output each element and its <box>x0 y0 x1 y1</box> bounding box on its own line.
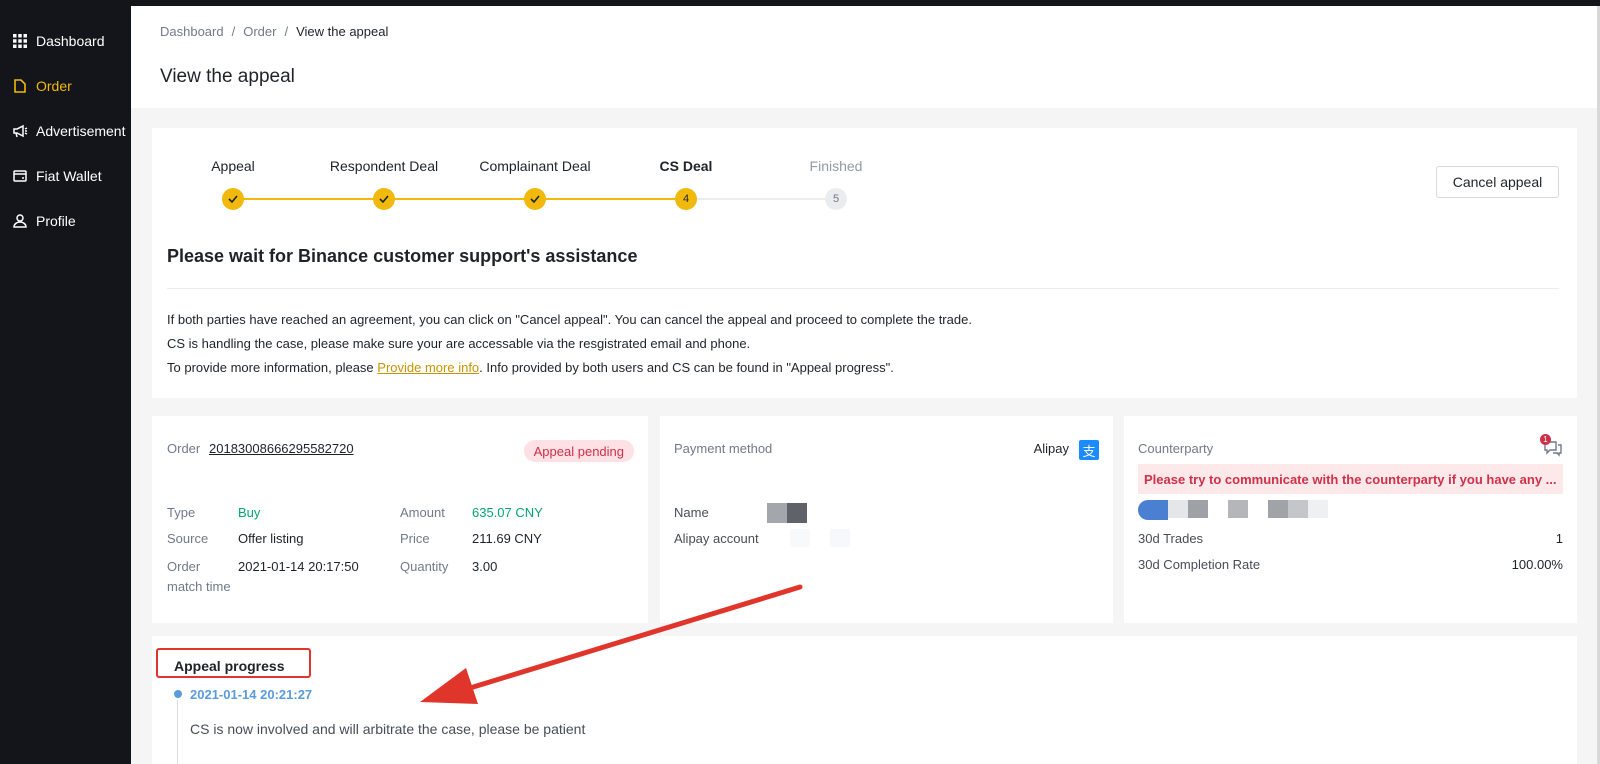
page-header: Dashboard / Order / View the appeal View… <box>131 6 1597 108</box>
page-title: View the appeal <box>160 66 295 87</box>
appeal-progress-title: Appeal progress <box>174 658 285 674</box>
document-icon <box>12 78 28 94</box>
amount-label: Amount <box>400 505 445 520</box>
status-info: If both parties have reached an agreemen… <box>167 308 972 380</box>
step-label-appeal: Appeal <box>211 158 255 174</box>
sidebar-item-label: Dashboard <box>36 32 105 49</box>
sidebar-item-label: Profile <box>36 212 76 229</box>
check-icon <box>222 188 244 210</box>
match-time-label-2: match time <box>167 579 231 594</box>
info-line-3: To provide more information, please Prov… <box>167 356 972 380</box>
nickname-redacted <box>1288 500 1308 518</box>
sidebar-item-dashboard[interactable]: Dashboard <box>0 18 131 63</box>
match-time-label: Order <box>167 559 201 574</box>
step-number-5: 5 <box>825 188 847 210</box>
quantity-value: 3.00 <box>472 559 498 574</box>
status-title: Please wait for Binance customer support… <box>167 246 638 266</box>
account-redacted <box>830 529 850 547</box>
info-line-3-prefix: To provide more information, please <box>167 360 378 375</box>
nickname-redacted <box>1168 500 1188 518</box>
nickname-redacted <box>1188 500 1208 518</box>
grid-icon <box>12 33 28 49</box>
status-badge: Appeal pending <box>523 440 634 462</box>
appeal-progress-panel <box>152 636 1577 764</box>
trades-label: 30d Trades <box>1138 531 1204 546</box>
divider <box>167 288 1559 289</box>
price-value: 211.69 CNY <box>472 531 542 546</box>
order-number[interactable]: 20183008666295582720 <box>209 441 354 456</box>
step-number-4: 4 <box>675 188 697 210</box>
unread-badge: 1 <box>1540 434 1551 445</box>
step-progress: Appeal Respondent Deal Complainant Deal … <box>200 158 862 218</box>
payment-card: Payment method Alipay 支 Name Alipay acco… <box>660 416 1113 623</box>
check-icon <box>524 188 546 210</box>
price-label: Price <box>400 531 430 546</box>
sidebar-item-advertisement[interactable]: Advertisement <box>0 108 131 153</box>
payment-method-value: Alipay <box>1033 441 1069 456</box>
nickname-redacted <box>1268 500 1288 518</box>
payment-method-label: Payment method <box>674 441 773 456</box>
timeline-time: 2021-01-14 20:21:27 <box>190 687 313 702</box>
communication-tooltip: Please try to communicate with the count… <box>1138 464 1563 494</box>
alipay-account-label: Alipay account <box>674 531 759 546</box>
provide-more-info-link[interactable]: Provide more info <box>377 360 479 375</box>
sidebar-item-label: Order <box>36 77 72 94</box>
breadcrumb-separator: / <box>231 24 236 39</box>
appeal-status-panel: Appeal Respondent Deal Complainant Deal … <box>152 128 1577 398</box>
sidebar-item-order[interactable]: Order <box>0 63 131 108</box>
person-icon <box>12 213 28 229</box>
step-label-respondent-deal: Respondent Deal <box>329 158 439 174</box>
alipay-icon: 支 <box>1079 440 1099 460</box>
check-icon <box>373 188 395 210</box>
cancel-appeal-button[interactable]: Cancel appeal <box>1436 166 1559 198</box>
timeline-text: CS is now involved and will arbitrate th… <box>190 721 586 737</box>
type-label: Type <box>167 505 196 520</box>
wallet-icon <box>12 168 28 184</box>
step-line-pending <box>686 198 836 200</box>
sidebar-item-label: Fiat Wallet <box>36 167 102 184</box>
order-label: Order <box>167 441 201 456</box>
breadcrumb: Dashboard / Order / View the appeal <box>160 24 388 39</box>
completion-rate-label: 30d Completion Rate <box>1138 557 1261 572</box>
step-label-complainant-deal: Complainant Deal <box>479 158 591 174</box>
completion-rate-value: 100.00% <box>1511 557 1563 572</box>
sidebar: Dashboard Order Advertisement Fiat Walle… <box>0 0 131 764</box>
trades-value: 1 <box>1555 531 1563 546</box>
name-redacted <box>767 503 787 523</box>
info-line-1: If both parties have reached an agreemen… <box>167 312 972 327</box>
breadcrumb-separator: / <box>284 24 289 39</box>
nickname-redacted <box>1308 500 1328 518</box>
name-label: Name <box>674 505 709 520</box>
info-line-3-suffix: . Info provided by both users and CS can… <box>479 360 894 375</box>
breadcrumb-current: View the appeal <box>296 24 389 39</box>
quantity-label: Quantity <box>400 559 449 574</box>
match-time-value: 2021-01-14 20:17:50 <box>238 559 359 574</box>
sidebar-item-fiat-wallet[interactable]: Fiat Wallet <box>0 153 131 198</box>
breadcrumb-order[interactable]: Order <box>243 24 276 39</box>
step-label-cs-deal: CS Deal <box>659 158 713 174</box>
step-line-done <box>233 198 686 200</box>
timeline-dot <box>174 690 182 698</box>
nickname-redacted <box>1228 500 1248 518</box>
counterparty-card: Counterparty 1 Please try to communicate… <box>1124 416 1577 623</box>
info-line-2: CS is handling the case, please make sur… <box>167 336 751 351</box>
name-redacted <box>787 503 807 523</box>
avatar <box>1138 500 1168 520</box>
timeline-line <box>177 700 178 764</box>
source-label: Source <box>167 531 209 546</box>
order-card: Order 20183008666295582720 Appeal pendin… <box>152 416 648 623</box>
source-value: Offer listing <box>238 531 304 546</box>
counterparty-label: Counterparty <box>1138 441 1214 456</box>
sidebar-item-label: Advertisement <box>36 122 126 139</box>
megaphone-icon <box>12 123 28 139</box>
amount-value: 635.07 CNY <box>472 505 543 520</box>
breadcrumb-dashboard[interactable]: Dashboard <box>160 24 224 39</box>
step-label-finished: Finished <box>809 158 863 174</box>
sidebar-item-profile[interactable]: Profile <box>0 198 131 243</box>
type-value: Buy <box>238 505 261 520</box>
account-redacted <box>790 529 810 547</box>
